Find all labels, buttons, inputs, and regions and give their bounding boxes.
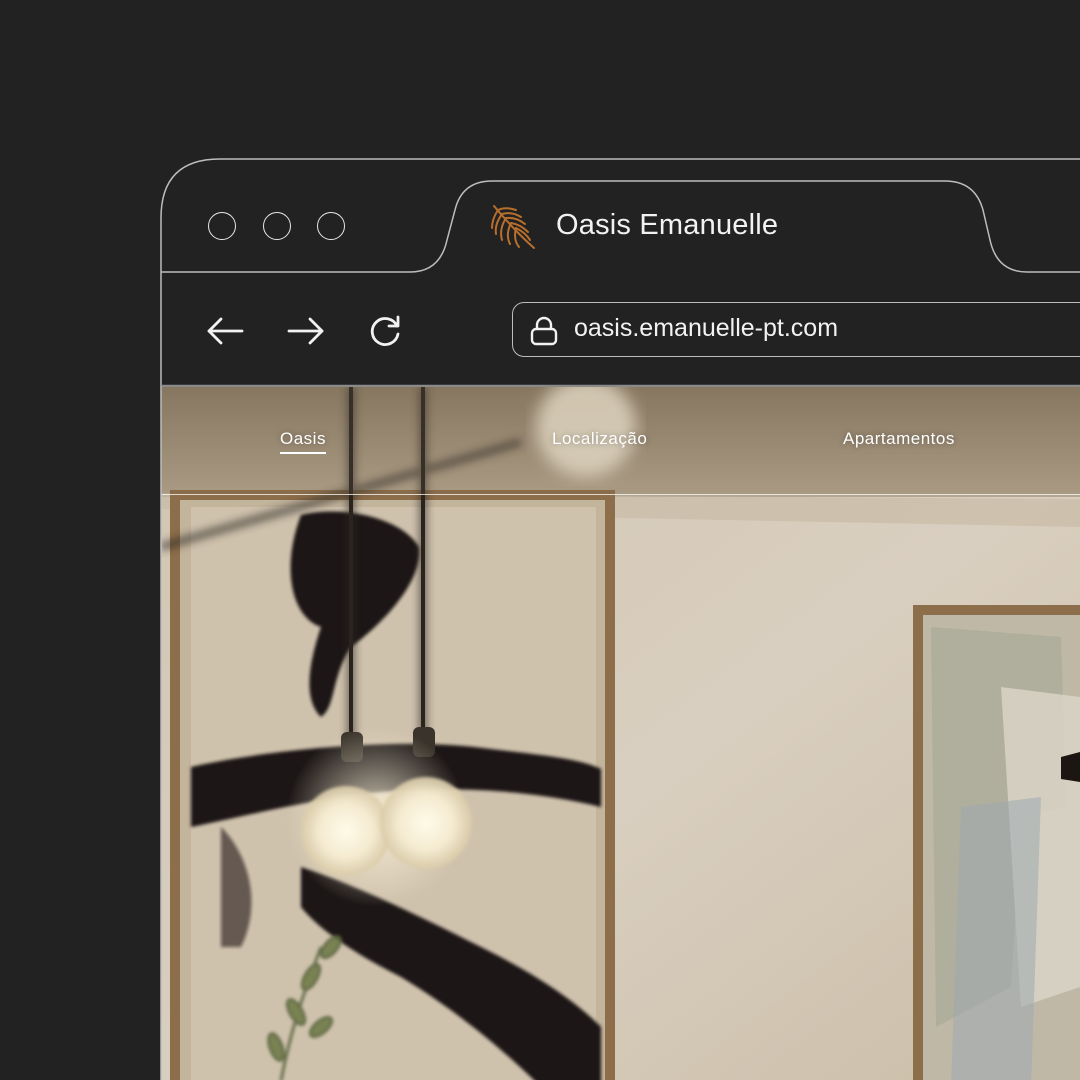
nav-link-oasis[interactable]: Oasis xyxy=(280,429,326,454)
reload-button[interactable] xyxy=(364,310,406,352)
site-nav: Oasis Localização Apartamentos xyxy=(161,387,1080,495)
tab-title: Oasis Emanuelle xyxy=(556,209,779,241)
stage: Oasis Localização Apartamentos Oasis Ema… xyxy=(0,0,1080,1080)
page-viewport[interactable]: Oasis Localização Apartamentos xyxy=(161,386,1080,1080)
window-minimize-button[interactable] xyxy=(263,212,291,240)
arrow-left-icon xyxy=(207,317,244,345)
nav-link-apartamentos[interactable]: Apartamentos xyxy=(843,429,955,449)
url-text[interactable]: oasis.emanuelle-pt.com xyxy=(574,314,838,343)
lock-icon xyxy=(530,316,558,346)
window-close-button[interactable] xyxy=(208,212,236,240)
back-button[interactable] xyxy=(204,310,246,352)
forward-button[interactable] xyxy=(285,310,327,352)
arrow-right-icon xyxy=(287,317,324,345)
window-maximize-button[interactable] xyxy=(317,212,345,240)
palm-leaf-icon xyxy=(491,205,535,249)
nav-link-localizacao[interactable]: Localização xyxy=(552,429,647,449)
reload-icon xyxy=(370,315,400,346)
